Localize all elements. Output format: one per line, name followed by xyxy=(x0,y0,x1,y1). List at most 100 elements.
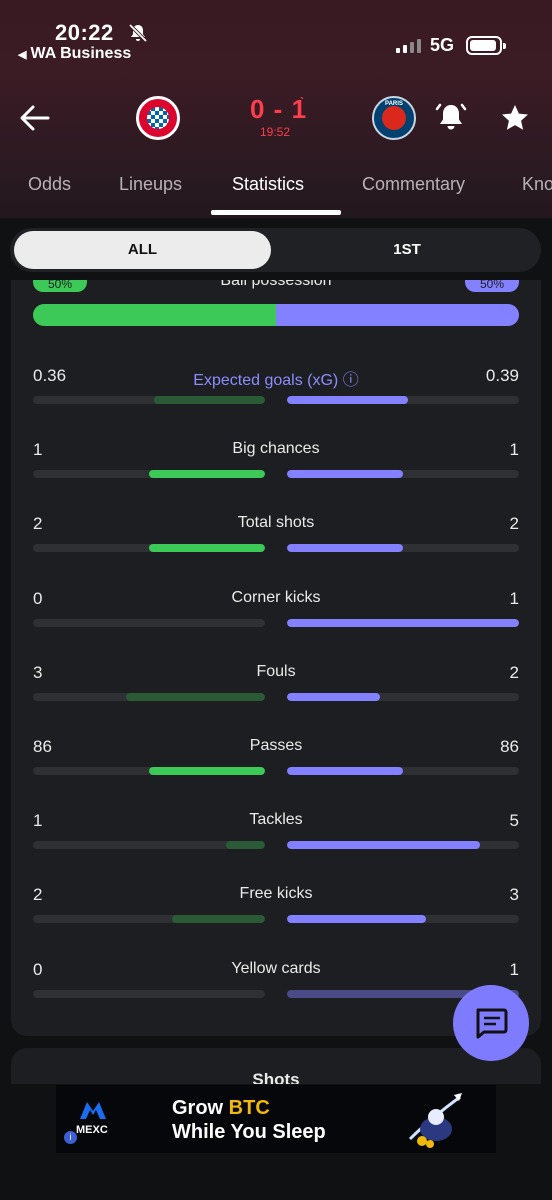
stat-home-fill xyxy=(225,841,265,850)
period-first-half-button[interactable]: 1ST xyxy=(276,231,538,269)
away-team-logo[interactable]: PARIS xyxy=(372,96,416,140)
stat-row: 2 Free kicks 3 xyxy=(33,885,519,931)
stat-home-track xyxy=(33,915,265,924)
ad-banner[interactable]: MEXC i Grow BTC While You Sleep xyxy=(56,1085,496,1153)
back-triangle-icon: ◀ xyxy=(18,49,27,61)
stat-home-track xyxy=(33,544,265,553)
possession-label: Ball possession xyxy=(220,280,332,289)
stat-away-fill xyxy=(287,915,427,924)
stat-row: 0 Corner kicks 1 xyxy=(33,589,519,635)
possession-away-badge: 50% xyxy=(465,280,519,292)
stat-row: 86 Passes 86 xyxy=(33,737,519,783)
stat-home-track xyxy=(33,989,265,998)
stat-away-value: 3 xyxy=(509,885,519,905)
stat-away-track xyxy=(287,470,519,479)
stat-away-value: 86 xyxy=(500,737,519,756)
stat-home-fill xyxy=(172,915,265,924)
stat-home-fill xyxy=(125,692,265,701)
stat-away-value: 2 xyxy=(509,514,519,534)
bell-off-icon xyxy=(128,23,148,43)
stat-away-value: 5 xyxy=(509,811,519,831)
stat-away-fill xyxy=(287,767,403,775)
stat-home-track xyxy=(33,841,265,850)
stat-home-fill xyxy=(149,767,265,775)
stat-home-fill xyxy=(153,396,265,404)
battery-icon xyxy=(466,36,506,55)
stat-label: Fouls xyxy=(256,662,296,680)
match-clock: 19:52 xyxy=(260,125,291,139)
status-time: 20:22 xyxy=(55,20,114,45)
stat-row: 1 Big chances 1 xyxy=(33,440,519,486)
stat-away-track xyxy=(287,618,519,627)
ad-info-icon[interactable]: i xyxy=(64,1131,77,1144)
stat-row: 2 Total shots 2 xyxy=(33,514,519,560)
tab-knockout[interactable]: Kno xyxy=(522,174,552,195)
back-app-label: WA Business xyxy=(30,45,132,62)
stat-away-fill xyxy=(287,470,403,479)
stat-away-fill xyxy=(287,692,380,701)
stat-home-track xyxy=(33,767,265,775)
possession-bar xyxy=(33,304,519,326)
chat-icon xyxy=(476,1008,508,1039)
ad-brand: MEXC xyxy=(76,1124,108,1136)
back-to-app-link[interactable]: ◀ WA Business xyxy=(18,45,131,63)
stat-away-fill xyxy=(287,618,519,627)
stat-row: 0 Yellow cards 1 xyxy=(33,960,519,1006)
tab-lineups[interactable]: Lineups xyxy=(119,174,182,195)
stat-home-track xyxy=(33,470,265,479)
period-toggle: ALL 1ST xyxy=(10,228,541,272)
statistics-card: 50% Ball possession 50% 0.36 Expected goa… xyxy=(11,280,541,1036)
notification-bell-icon[interactable] xyxy=(434,100,468,134)
stat-away-value: 0.39 xyxy=(485,366,519,385)
chat-fab-button[interactable] xyxy=(453,985,529,1061)
stat-away-value: 1 xyxy=(509,959,519,979)
stat-away-track xyxy=(287,396,519,404)
stat-home-fill xyxy=(149,470,265,479)
stat-row: 0.36 Expected goals (xG) ⓘ 0.39 xyxy=(33,366,519,412)
stat-away-track xyxy=(287,692,519,701)
stat-home-track xyxy=(33,692,265,701)
score-live-marker: ` xyxy=(300,95,304,109)
stat-row: 3 Fouls 2 xyxy=(33,663,519,709)
stat-away-track xyxy=(287,767,519,775)
possession-away-fill xyxy=(276,304,519,326)
stat-away-track xyxy=(287,915,519,924)
network-label: 5G xyxy=(430,35,455,55)
stat-away-fill xyxy=(287,544,403,553)
active-tab-indicator xyxy=(211,210,341,215)
stat-away-track xyxy=(287,841,519,850)
stat-label: Passes xyxy=(249,737,303,754)
stat-label: Corner kicks xyxy=(231,588,321,606)
stat-label: Big chances xyxy=(232,440,320,458)
stat-away-value: 1 xyxy=(509,588,519,608)
stat-away-value: 2 xyxy=(509,662,519,682)
ad-headline-1: Grow BTC xyxy=(172,1097,270,1119)
stat-row: 1 Tackles 5 xyxy=(33,811,519,857)
stat-away-value: 1 xyxy=(509,440,519,460)
stat-home-track xyxy=(33,618,265,627)
stat-label: Tackles xyxy=(249,811,303,829)
stat-label[interactable]: Expected goals (xG) ⓘ xyxy=(33,366,519,390)
stat-away-track xyxy=(287,544,519,553)
match-score: 0 - 1 xyxy=(250,94,308,124)
favorite-star-icon[interactable] xyxy=(500,103,530,133)
stat-label: Yellow cards xyxy=(231,959,321,977)
home-team-logo[interactable] xyxy=(136,96,180,140)
stat-home-track xyxy=(33,396,265,404)
stat-label: Free kicks xyxy=(239,885,313,903)
mexc-logo-icon xyxy=(80,1102,106,1119)
back-arrow-icon[interactable] xyxy=(18,100,52,136)
tab-commentary[interactable]: Commentary xyxy=(362,174,465,195)
stat-home-fill xyxy=(149,544,265,553)
info-icon[interactable]: ⓘ xyxy=(343,372,359,389)
stat-away-fill xyxy=(287,841,480,850)
ad-headline-2: While You Sleep xyxy=(172,1121,326,1143)
ad-illustration xyxy=(408,1093,462,1148)
signal-icon xyxy=(396,37,421,53)
period-all-button[interactable]: ALL xyxy=(14,231,271,269)
tab-statistics[interactable]: Statistics xyxy=(232,174,304,195)
stat-away-fill xyxy=(287,396,408,404)
tab-odds[interactable]: Odds xyxy=(28,174,71,195)
possession-home-fill xyxy=(33,304,276,326)
status-bar: 20:22 ◀ WA Business 5G xyxy=(0,0,552,70)
